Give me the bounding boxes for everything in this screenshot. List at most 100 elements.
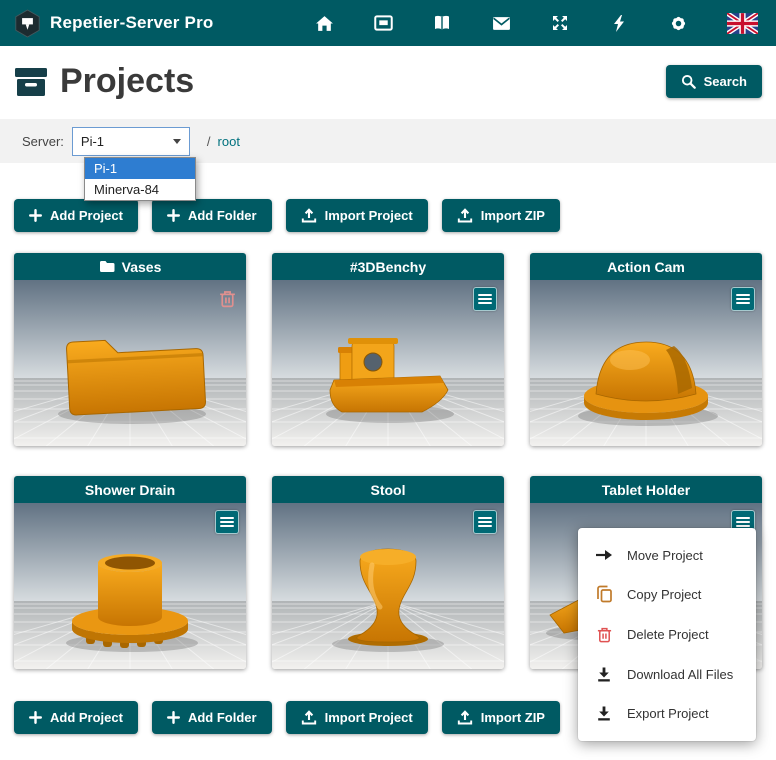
add-folder-button[interactable]: Add Folder [152, 701, 272, 734]
add-project-button[interactable]: Add Project [14, 701, 138, 734]
card-title: Shower Drain [85, 482, 175, 498]
project-preview[interactable] [14, 503, 246, 669]
server-label: Server: [22, 134, 64, 149]
card-header: Tablet Holder [530, 476, 762, 503]
download-icon [595, 705, 613, 722]
add-project-button[interactable]: Add Project [14, 199, 138, 232]
render-action-cam [530, 280, 762, 446]
nav-messages[interactable] [490, 12, 512, 34]
card-menu-button[interactable] [215, 510, 239, 534]
brand-title: Repetier-Server Pro [50, 13, 213, 33]
menu-item-label: Download All Files [627, 667, 733, 682]
nav-fullscreen[interactable] [549, 12, 571, 34]
upload-icon [301, 208, 317, 223]
import-zip-label: Import ZIP [481, 208, 545, 223]
server-select-value: Pi-1 [81, 134, 104, 149]
card-header: Action Cam [530, 253, 762, 280]
render-3dbenchy [272, 280, 504, 446]
move-arrow-icon [595, 547, 613, 563]
page-header: Projects Search [0, 46, 776, 119]
select-option-minerva84[interactable]: Minerva-84 [85, 179, 195, 200]
server-select-dropdown: Pi-1 Minerva-84 [84, 157, 196, 201]
copy-icon [595, 585, 613, 603]
book-icon [433, 15, 451, 31]
render-shower-drain [14, 503, 246, 669]
menu-item-copy-project[interactable]: Copy Project [578, 574, 756, 614]
menu-item-label: Copy Project [627, 587, 701, 602]
menu-item-label: Delete Project [627, 627, 709, 642]
project-preview[interactable] [530, 280, 762, 446]
project-preview[interactable] [272, 503, 504, 669]
upload-icon [457, 710, 473, 725]
plus-icon [29, 209, 42, 222]
bolt-icon [612, 14, 626, 33]
card-menu-button[interactable] [473, 287, 497, 311]
printer-icon [374, 15, 393, 31]
hamburger-menu-icon [478, 293, 492, 305]
brand[interactable]: Repetier-Server Pro [14, 9, 213, 38]
breadcrumb-separator: / [207, 134, 211, 149]
hamburger-menu-icon [478, 516, 492, 528]
nav-book[interactable] [431, 12, 453, 34]
project-card-shower-drain: Shower Drain [14, 476, 246, 669]
project-preview[interactable] [14, 280, 246, 446]
nav-power[interactable] [608, 12, 630, 34]
card-menu-button[interactable] [473, 510, 497, 534]
mail-icon [492, 16, 511, 31]
import-project-label: Import Project [325, 710, 413, 725]
import-project-button[interactable]: Import Project [286, 199, 428, 232]
render-vases [14, 280, 246, 446]
card-header: Stool [272, 476, 504, 503]
import-project-button[interactable]: Import Project [286, 701, 428, 734]
search-button-label: Search [704, 74, 747, 89]
project-context-menu: Move Project Copy Project Delete Project… [578, 528, 756, 741]
menu-item-delete-project[interactable]: Delete Project [578, 614, 756, 655]
project-card-stool: Stool [272, 476, 504, 669]
expand-icon [551, 14, 569, 32]
trash-icon [218, 288, 237, 309]
card-menu-button[interactable] [731, 287, 755, 311]
import-zip-button[interactable]: Import ZIP [442, 701, 560, 734]
import-zip-button[interactable]: Import ZIP [442, 199, 560, 232]
project-card-3dbenchy: #3DBenchy [272, 253, 504, 446]
menu-item-export-project[interactable]: Export Project [578, 694, 756, 733]
server-select[interactable]: Pi-1 [72, 127, 190, 156]
hamburger-menu-icon [736, 293, 750, 305]
search-button[interactable]: Search [666, 65, 762, 98]
import-project-label: Import Project [325, 208, 413, 223]
chevron-down-icon [173, 139, 181, 144]
plus-icon [167, 711, 180, 724]
gear-icon [669, 14, 688, 33]
menu-item-move-project[interactable]: Move Project [578, 536, 756, 574]
upload-icon [457, 208, 473, 223]
add-folder-label: Add Folder [188, 208, 257, 223]
add-folder-button[interactable]: Add Folder [152, 199, 272, 232]
nav-settings[interactable] [667, 12, 689, 34]
add-project-label: Add Project [50, 208, 123, 223]
flag-uk-icon [727, 13, 758, 34]
add-project-label: Add Project [50, 710, 123, 725]
delete-folder-button[interactable] [216, 286, 238, 310]
folder-icon [99, 260, 115, 273]
home-icon [315, 15, 334, 32]
breadcrumb-bar: Server: Pi-1 / root Pi-1 Minerva-84 [0, 119, 776, 163]
nav-language[interactable] [726, 12, 758, 34]
card-header: Shower Drain [14, 476, 246, 503]
nav-icons [313, 12, 762, 34]
select-option-pi1[interactable]: Pi-1 [85, 158, 195, 179]
menu-item-download-all-files[interactable]: Download All Files [578, 655, 756, 694]
project-preview[interactable] [272, 280, 504, 446]
card-title: Tablet Holder [602, 482, 690, 498]
card-title: #3DBenchy [350, 259, 426, 275]
card-title: Vases [122, 259, 162, 275]
page-title: Projects [60, 62, 194, 101]
repetier-logo-icon [14, 9, 41, 38]
plus-icon [167, 209, 180, 222]
breadcrumb-root-link[interactable]: root [218, 134, 240, 149]
menu-item-label: Move Project [627, 548, 703, 563]
trash-icon [595, 625, 613, 644]
search-icon [681, 74, 696, 89]
nav-printer[interactable] [372, 12, 394, 34]
nav-home[interactable] [313, 12, 335, 34]
import-zip-label: Import ZIP [481, 710, 545, 725]
